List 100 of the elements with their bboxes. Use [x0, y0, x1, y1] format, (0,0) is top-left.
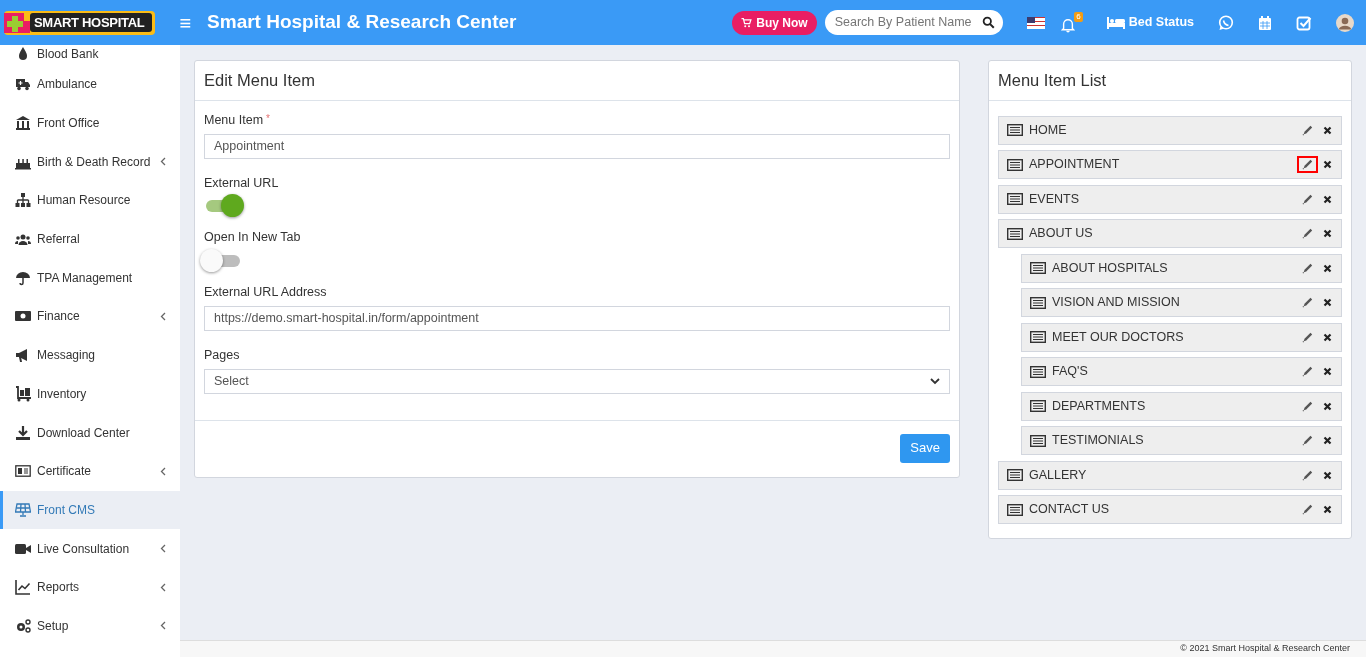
sidebar-item[interactable]: TPA Management: [0, 258, 180, 298]
search-field[interactable]: Search By Patient Name: [824, 10, 1003, 35]
list-icon: [1007, 227, 1023, 240]
sidebar-item[interactable]: Live Consultation: [0, 529, 180, 568]
pencil-icon: [1302, 297, 1313, 309]
edit-button[interactable]: [1297, 156, 1318, 174]
sidebar-item[interactable]: Finance: [0, 297, 180, 336]
pencil-icon: [1302, 228, 1313, 240]
list-icon: [1007, 124, 1023, 137]
list-icon: [1030, 434, 1046, 447]
sidebar-item[interactable]: Messaging: [0, 335, 180, 375]
tasks-button[interactable]: [1296, 14, 1312, 31]
field-label: External URL: [204, 174, 279, 192]
buy-now-button[interactable]: Buy Now: [732, 10, 817, 35]
profile-button[interactable]: [1336, 13, 1354, 32]
solar-panel-icon: [15, 501, 31, 518]
line-chart-icon: [15, 579, 31, 596]
sidebar-item[interactable]: Setup: [0, 606, 180, 646]
calendar-button[interactable]: [1258, 14, 1272, 31]
pencil-icon: [1302, 124, 1313, 136]
menu-item-label: VISION AND MISSION: [1052, 294, 1181, 312]
pencil-icon: [1302, 469, 1313, 481]
close-icon: [1323, 298, 1332, 308]
menu-item-label: ABOUT US: [1029, 225, 1094, 243]
copyright-text: © 2021 Smart Hospital & Research Center: [1180, 642, 1350, 656]
close-icon: [1323, 160, 1332, 170]
close-icon: [1323, 194, 1332, 204]
bell-icon: [1060, 17, 1075, 33]
close-icon: [1323, 505, 1332, 515]
logo[interactable]: SMART HOSPITAL: [4, 10, 156, 35]
pencil-icon: [1302, 435, 1313, 447]
chat-button[interactable]: [1218, 14, 1234, 31]
chat-bubble-icon: [1218, 14, 1234, 31]
logo-text: SMART HOSPITAL: [30, 12, 153, 33]
list-icon: [1030, 296, 1046, 309]
sidebar-item[interactable]: Blood Bank: [0, 45, 180, 65]
pencil-icon: [1302, 193, 1313, 205]
pages-dropdown[interactable]: Select: [204, 368, 950, 394]
list-icon: [1030, 365, 1046, 378]
panel-title: Edit Menu Item: [195, 61, 959, 101]
list-icon: [1007, 469, 1023, 482]
chevron-down-icon: [930, 377, 940, 385]
notification-count: 6: [1074, 12, 1083, 22]
list-icon: [1030, 262, 1046, 275]
columns-icon: [15, 115, 31, 132]
gears-icon: [15, 617, 31, 634]
sidebar-item[interactable]: Front CMS: [0, 490, 180, 530]
sidebar-item[interactable]: Birth & Death Record: [0, 142, 180, 182]
close-icon: [1323, 401, 1332, 411]
app-title: Smart Hospital & Research Center: [207, 10, 517, 35]
menu-item-label: DEPARTMENTS: [1052, 397, 1147, 415]
sidebar-item[interactable]: Download Center: [0, 413, 180, 452]
sidebar-item[interactable]: Human Resource: [0, 181, 180, 220]
sidebar-item[interactable]: Reports: [0, 567, 180, 607]
pencil-icon: [1302, 504, 1313, 516]
close-icon: [1323, 332, 1332, 342]
cross-icon: [4, 10, 30, 35]
checkbox-icon: [1296, 14, 1312, 31]
input-field[interactable]: Appointment: [204, 133, 950, 159]
sidebar-item[interactable]: Front Office: [0, 103, 180, 143]
pencil-icon: [1302, 331, 1313, 343]
close-icon: [1323, 470, 1332, 480]
list-icon: [1007, 503, 1023, 516]
sidebar-item[interactable]: Ambulance: [0, 65, 180, 104]
toggle-switch[interactable]: [204, 194, 242, 217]
panel-title: Menu Item List: [989, 61, 1351, 101]
list-icon: [1030, 400, 1046, 413]
umbrella-icon: [15, 269, 31, 286]
close-icon: [1323, 125, 1332, 135]
menu-item-label: CONTACT US: [1029, 501, 1111, 519]
field-label: Pages: [204, 346, 240, 364]
hierarchy-icon: [15, 192, 31, 209]
menu-item-label: ABOUT HOSPITALS: [1052, 259, 1169, 277]
search-icon: [981, 16, 995, 29]
sidebar-item[interactable]: Certificate: [0, 451, 180, 491]
menu-item-label: FAQ'S: [1052, 363, 1089, 381]
input-field[interactable]: https://demo.smart-hospital.in/form/appointment: [204, 305, 950, 331]
pencil-icon: [1302, 400, 1313, 412]
menu-item-label: GALLERY: [1029, 466, 1088, 484]
dolly-icon: [15, 385, 31, 402]
flag-icon: [1026, 16, 1045, 29]
pencil-icon: [1302, 159, 1313, 171]
calendar-icon: [1258, 14, 1272, 31]
sidebar-item[interactable]: Inventory: [0, 374, 180, 414]
sidebar-item[interactable]: Referral: [0, 219, 180, 259]
close-icon: [1323, 367, 1332, 377]
close-icon: [1323, 263, 1332, 273]
required-mark: *: [266, 111, 270, 126]
language-button[interactable]: [1026, 16, 1045, 29]
download-icon: [15, 424, 31, 441]
cart-icon: [741, 17, 753, 28]
avatar-icon: [1336, 13, 1354, 32]
list-icon: [1030, 331, 1046, 344]
menu-item-label: TESTIMONIALS: [1052, 432, 1145, 450]
menu-item-label: MEET OUR DOCTORS: [1052, 328, 1185, 346]
list-icon: [1007, 193, 1023, 206]
menu-item-label: APPOINTMENT: [1029, 156, 1121, 174]
close-icon: [1323, 229, 1332, 239]
truck-icon: [15, 76, 31, 93]
field-label: Open In New Tab: [204, 229, 301, 247]
